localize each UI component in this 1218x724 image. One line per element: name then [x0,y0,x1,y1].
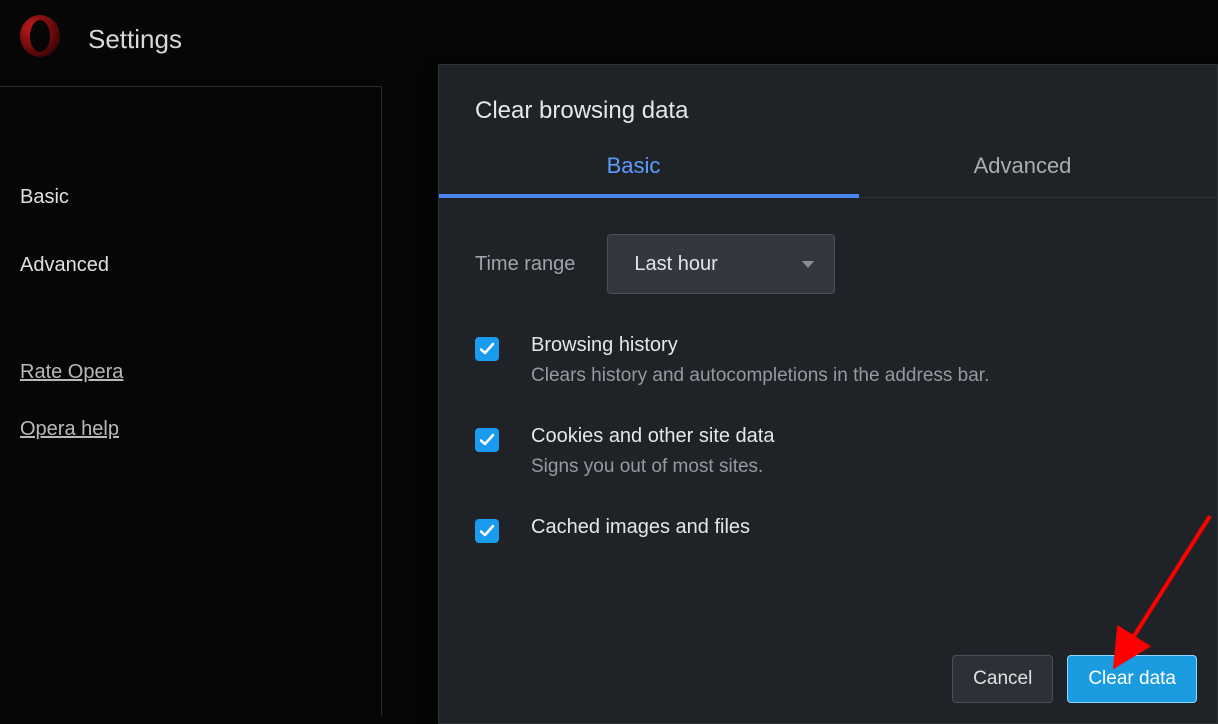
time-range-value: Last hour [634,253,717,276]
time-range-row: Time range Last hour [475,234,1181,294]
option-title: Browsing history [531,334,989,357]
dialog-footer: Cancel Clear data [952,655,1197,703]
sidebar-item-basic[interactable]: Basic [20,186,69,209]
dialog-tabs: Basic Advanced [439,153,1217,198]
tab-active-indicator [439,194,859,198]
time-range-select[interactable]: Last hour [607,234,835,294]
opera-logo-icon [18,14,62,63]
chevron-down-icon [802,261,814,268]
settings-sidebar: Basic Advanced Rate Opera Opera help [0,86,382,716]
tab-basic[interactable]: Basic [439,153,828,197]
option-title: Cached images and files [531,516,750,539]
opera-help-link[interactable]: Opera help [20,418,119,441]
rate-opera-link[interactable]: Rate Opera [20,361,123,384]
clear-browsing-data-dialog: Clear browsing data Basic Advanced Time … [438,64,1218,724]
option-title: Cookies and other site data [531,425,775,448]
checkbox-cache[interactable] [475,519,499,543]
page-title: Settings [88,24,182,55]
sidebar-item-advanced[interactable]: Advanced [20,254,109,277]
option-cache: Cached images and files [475,516,1181,543]
checkbox-cookies[interactable] [475,428,499,452]
option-cookies: Cookies and other site data Signs you ou… [475,425,1181,478]
option-browsing-history: Browsing history Clears history and auto… [475,334,1181,387]
dialog-title: Clear browsing data [439,65,1217,125]
cancel-button[interactable]: Cancel [952,655,1053,703]
option-description: Signs you out of most sites. [531,456,775,478]
checkbox-browsing-history[interactable] [475,337,499,361]
option-description: Clears history and autocompletions in th… [531,365,989,387]
tab-advanced[interactable]: Advanced [828,153,1217,197]
dialog-body: Time range Last hour Browsing history Cl… [439,198,1217,543]
time-range-label: Time range [475,253,575,276]
clear-data-button[interactable]: Clear data [1067,655,1197,703]
